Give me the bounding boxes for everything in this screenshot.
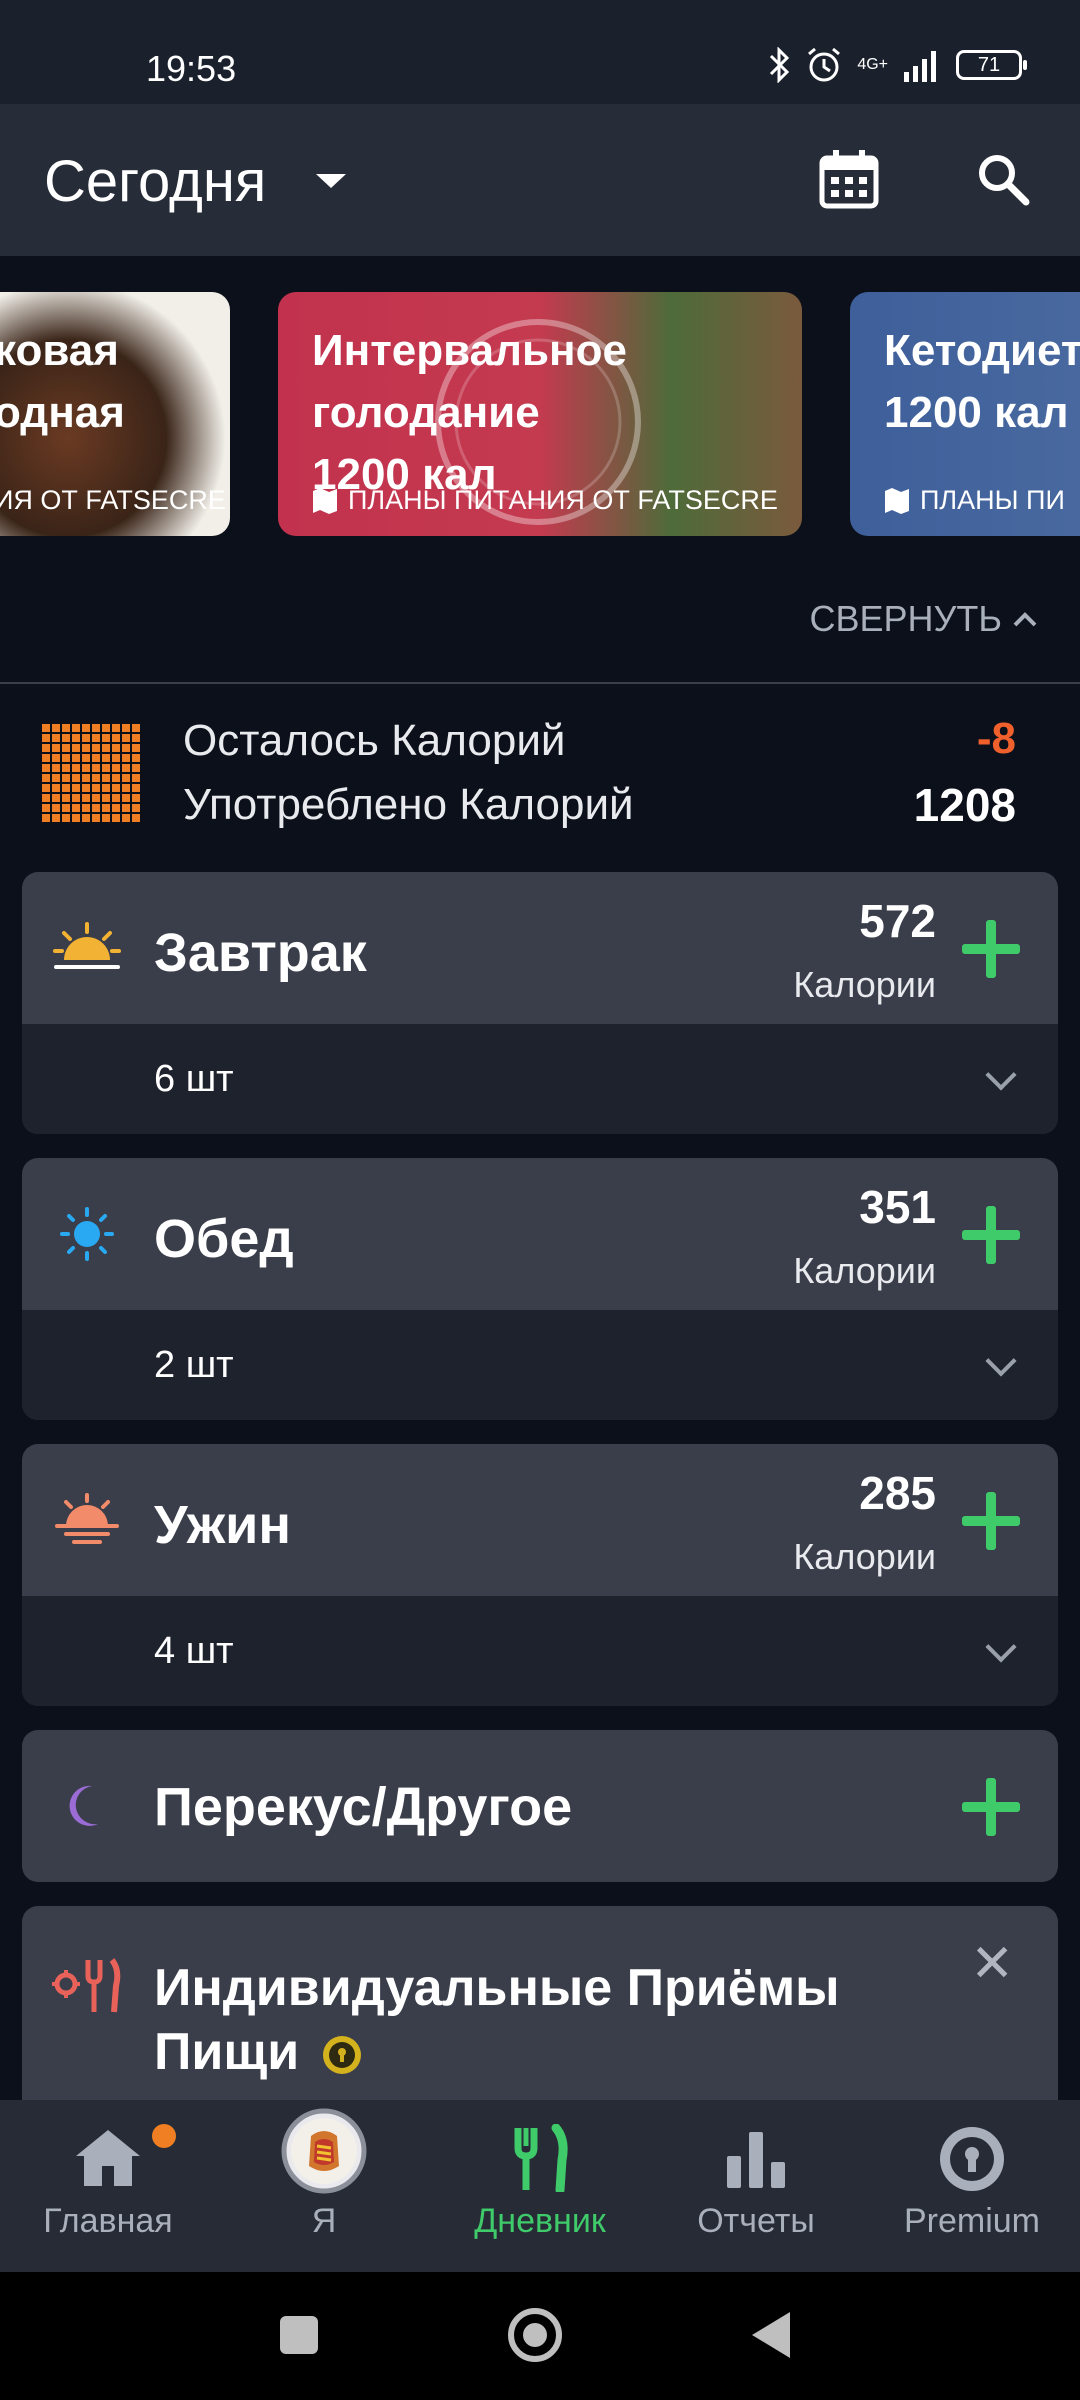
- bottom-navigation: Главная Я Дневник Отчеты Premium: [0, 2100, 1080, 2272]
- plan-calories: 1200 кал: [884, 388, 1069, 437]
- status-time: 19:53: [146, 48, 237, 89]
- search-icon[interactable]: [976, 152, 1030, 206]
- home-button[interactable]: [508, 2308, 562, 2362]
- plan-title: Интервальное: [312, 326, 627, 375]
- nav-me[interactable]: Я: [216, 2100, 432, 2272]
- meal-calories: 572: [859, 895, 936, 947]
- meal-calories-unit: Калории: [793, 1536, 936, 1577]
- meal-breakfast: Завтрак 572 Калории 6 шт: [22, 872, 1058, 1134]
- nav-diary[interactable]: Дневник: [432, 2100, 648, 2272]
- meal-calories-unit: Калории: [793, 1250, 936, 1291]
- meal-calories: 351: [859, 1181, 936, 1233]
- meal-header[interactable]: Перекус/Другое: [22, 1730, 1058, 1882]
- nav-home[interactable]: Главная: [0, 2100, 216, 2272]
- calorie-summary[interactable]: Осталось Калорий Употреблено Калорий -8 …: [0, 700, 1080, 850]
- add-dinner-button[interactable]: [962, 1492, 1020, 1550]
- meal-item-count: 4 шт: [154, 1630, 234, 1672]
- plan-subtitle: ПЛАНЫ ПИ: [884, 485, 1065, 516]
- meal-name: Завтрак: [154, 923, 367, 983]
- meal-item-count: 2 шт: [154, 1344, 234, 1386]
- meal-dinner: Ужин 285 Калории 4 шт: [22, 1444, 1058, 1706]
- custom-meals-card[interactable]: Индивидуальные Приёмы Пищи ✕: [22, 1906, 1058, 2106]
- calorie-grid-icon: [40, 722, 140, 822]
- dropdown-arrow-icon[interactable]: [316, 174, 346, 188]
- premium-badge-icon: [940, 2127, 1004, 2191]
- custom-meal-icon: [52, 1958, 121, 2013]
- battery-icon: 71: [956, 50, 1027, 80]
- chevron-up-icon: [1013, 612, 1037, 627]
- meal-items-row[interactable]: 6 шт: [22, 1024, 1058, 1134]
- bar-chart-icon: [727, 2132, 785, 2188]
- meal-name: Перекус/Другое: [154, 1777, 573, 1837]
- meal-plan-card[interactable]: Интервальное голодание 1200 кал ПЛАНЫ ПИ…: [278, 292, 802, 536]
- meal-item-count: 6 шт: [154, 1058, 234, 1100]
- chevron-down-icon[interactable]: [985, 1631, 1017, 1663]
- meal-calories-unit: Калории: [793, 964, 936, 1005]
- plan-title: одная: [0, 388, 125, 437]
- plan-title: Кетодиет: [884, 326, 1080, 375]
- meal-name: Обед: [154, 1209, 294, 1269]
- map-icon: [313, 487, 337, 514]
- back-button[interactable]: [752, 2312, 790, 2358]
- chevron-down-icon[interactable]: [985, 1345, 1017, 1377]
- meal-lunch: Обед 351 Калории 2 шт: [22, 1158, 1058, 1420]
- add-breakfast-button[interactable]: [962, 920, 1020, 978]
- home-icon: [76, 2130, 140, 2186]
- remaining-calories-value: -8: [976, 714, 1016, 763]
- plan-subtitle: ИЯ ОТ FATSECRE: [0, 485, 226, 515]
- nav-label: Отчеты: [697, 2202, 815, 2240]
- fork-knife-icon: [514, 2124, 568, 2192]
- meal-plans-carousel[interactable]: ковая одная ИЯ ОТ FATSECRE Интервальное г…: [0, 256, 1080, 566]
- plan-title: голодание: [312, 388, 540, 437]
- plan-title: ковая: [0, 326, 119, 375]
- custom-meals-title: Индивидуальные Приёмы Пищи: [154, 1959, 840, 2081]
- sunrise-icon: [53, 922, 121, 969]
- divider: [0, 682, 1080, 684]
- nav-reports[interactable]: Отчеты: [648, 2100, 864, 2272]
- nav-label: Я: [311, 2202, 337, 2240]
- consumed-calories-value: 1208: [913, 779, 1016, 831]
- date-selector[interactable]: Сегодня: [44, 148, 266, 215]
- avatar: [281, 2108, 367, 2194]
- meal-name: Ужин: [154, 1495, 291, 1555]
- meal-snack: Перекус/Другое: [22, 1730, 1058, 1882]
- meal-plan-card[interactable]: ковая одная ИЯ ОТ FATSECRE: [0, 292, 230, 536]
- add-lunch-button[interactable]: [962, 1206, 1020, 1264]
- meal-plan-card[interactable]: Кетодиет 1200 кал ПЛАНЫ ПИ: [850, 292, 1080, 536]
- alarm-icon: [808, 47, 841, 82]
- signal-icon: [904, 51, 936, 82]
- nav-premium[interactable]: Premium: [864, 2100, 1080, 2272]
- meal-header[interactable]: Ужин 285 Калории: [22, 1444, 1058, 1596]
- sunset-icon: [55, 1493, 119, 1544]
- meal-items-row[interactable]: 2 шт: [22, 1310, 1058, 1420]
- network-type: 4G+: [857, 56, 888, 73]
- collapse-label: СВЕРНУТЬ: [809, 598, 1002, 639]
- calendar-icon[interactable]: [818, 148, 880, 210]
- recent-apps-button[interactable]: [280, 2316, 318, 2354]
- status-bar: 19:53 4G+ 71: [0, 0, 1080, 104]
- premium-lock-icon: [322, 2036, 361, 2075]
- meal-calories: 285: [859, 1467, 936, 1519]
- nav-label: Premium: [903, 2202, 1041, 2240]
- meal-header[interactable]: Обед 351 Калории: [22, 1158, 1058, 1310]
- system-navigation-bar: [0, 2272, 1080, 2400]
- chevron-down-icon[interactable]: [985, 1059, 1017, 1091]
- meal-header[interactable]: Завтрак 572 Калории: [22, 872, 1058, 1024]
- close-icon[interactable]: ✕: [970, 1934, 1014, 1994]
- add-snack-button[interactable]: [962, 1778, 1020, 1836]
- status-icons: 4G+ 71: [767, 46, 1027, 84]
- meal-items-row[interactable]: 4 шт: [22, 1596, 1058, 1706]
- collapse-button[interactable]: СВЕРНУТЬ: [809, 598, 1038, 640]
- app-bar: Сегодня: [0, 104, 1080, 256]
- notification-dot: [152, 2124, 176, 2148]
- remaining-calories-label: Осталось Калорий: [183, 716, 566, 765]
- plan-subtitle: ПЛАНЫ ПИТАНИЯ ОТ FATSECRE: [312, 485, 778, 516]
- map-icon: [885, 487, 909, 514]
- bluetooth-icon: [770, 47, 790, 83]
- consumed-calories-label: Употреблено Калорий: [183, 780, 634, 829]
- nav-label: Дневник: [474, 2202, 606, 2240]
- moon-icon: [69, 1785, 98, 1826]
- nav-label: Главная: [43, 2202, 173, 2240]
- sun-icon: [60, 1207, 114, 1261]
